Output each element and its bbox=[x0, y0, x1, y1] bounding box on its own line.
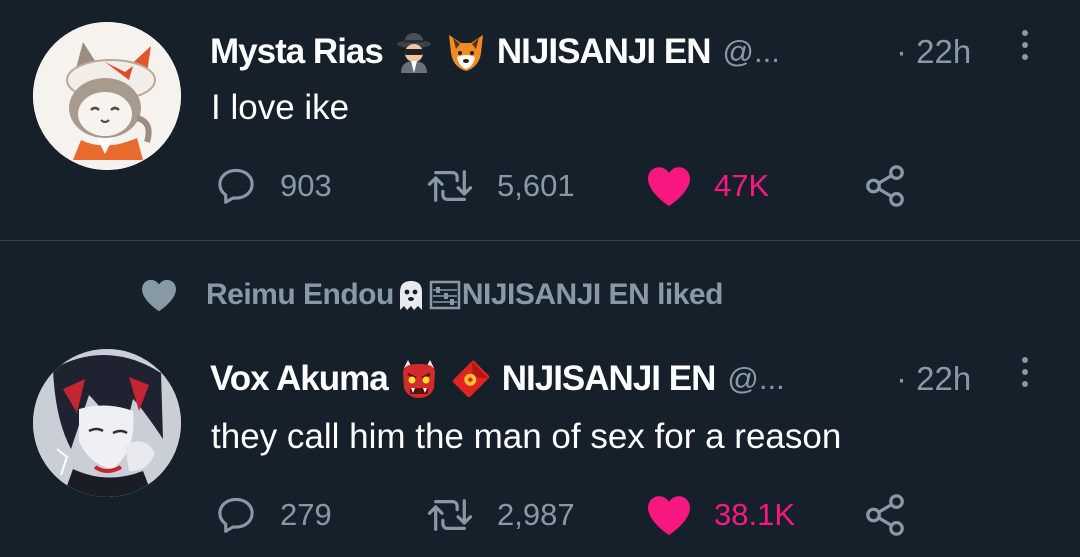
avatar[interactable] bbox=[33, 349, 181, 497]
more-options-icon[interactable] bbox=[1020, 30, 1030, 60]
reply-button[interactable]: 903 bbox=[214, 156, 332, 216]
tweet-actions: 903 5,601 47K bbox=[0, 156, 1080, 216]
tweet-text: I love ike bbox=[211, 88, 350, 127]
timestamp[interactable]: · 22h bbox=[896, 33, 971, 71]
timestamp[interactable]: · 22h bbox=[896, 360, 971, 398]
like-count: 47K bbox=[714, 168, 770, 203]
reply-button[interactable]: 279 bbox=[214, 485, 332, 545]
like-button[interactable]: 47K bbox=[646, 156, 769, 216]
like-button[interactable]: 38.1K bbox=[646, 485, 795, 545]
share-button[interactable] bbox=[862, 156, 908, 216]
heart-icon bbox=[648, 496, 690, 536]
tweet[interactable]: Vox Akuma NIJISANJI EN @... · 22h they c… bbox=[0, 241, 1080, 557]
heart-icon bbox=[648, 167, 690, 207]
retweet-icon bbox=[427, 499, 473, 531]
org-name[interactable]: NIJISANJI EN bbox=[497, 32, 712, 72]
display-name[interactable]: Mysta Rias bbox=[210, 32, 384, 72]
reply-icon bbox=[218, 168, 254, 204]
reply-count: 903 bbox=[280, 168, 332, 203]
tweet[interactable]: Mysta Rias NIJISANJI EN @... · 22h I lov… bbox=[0, 0, 1080, 240]
like-count: 38.1K bbox=[714, 497, 796, 532]
tweet-text: they call him the man of sex for a reaso… bbox=[211, 417, 842, 456]
fox-emoji bbox=[445, 31, 487, 73]
display-name[interactable]: Vox Akuma bbox=[210, 359, 389, 399]
retweet-button[interactable]: 5,601 bbox=[425, 156, 575, 216]
tweet-actions: 279 2,987 38.1K bbox=[0, 485, 1080, 545]
user-handle[interactable]: @... bbox=[727, 361, 784, 397]
retweet-button[interactable]: 2,987 bbox=[425, 485, 575, 545]
tweet-header: Vox Akuma NIJISANJI EN @... bbox=[210, 354, 785, 404]
share-icon bbox=[866, 494, 904, 536]
share-button[interactable] bbox=[862, 485, 908, 545]
more-options-icon[interactable] bbox=[1020, 357, 1030, 387]
red-envelope-emoji bbox=[450, 358, 492, 400]
reply-count: 279 bbox=[280, 497, 332, 532]
avatar[interactable] bbox=[33, 22, 181, 170]
org-name[interactable]: NIJISANJI EN bbox=[502, 359, 717, 399]
retweet-count: 2,987 bbox=[497, 497, 575, 532]
ogre-emoji bbox=[398, 358, 440, 400]
detective-emoji bbox=[393, 31, 435, 73]
tweet-header: Mysta Rias NIJISANJI EN @... bbox=[210, 27, 780, 77]
retweet-icon bbox=[427, 170, 473, 202]
share-icon bbox=[866, 165, 904, 207]
retweet-count: 5,601 bbox=[497, 168, 575, 203]
reply-icon bbox=[218, 497, 254, 533]
user-handle[interactable]: @... bbox=[723, 34, 780, 70]
